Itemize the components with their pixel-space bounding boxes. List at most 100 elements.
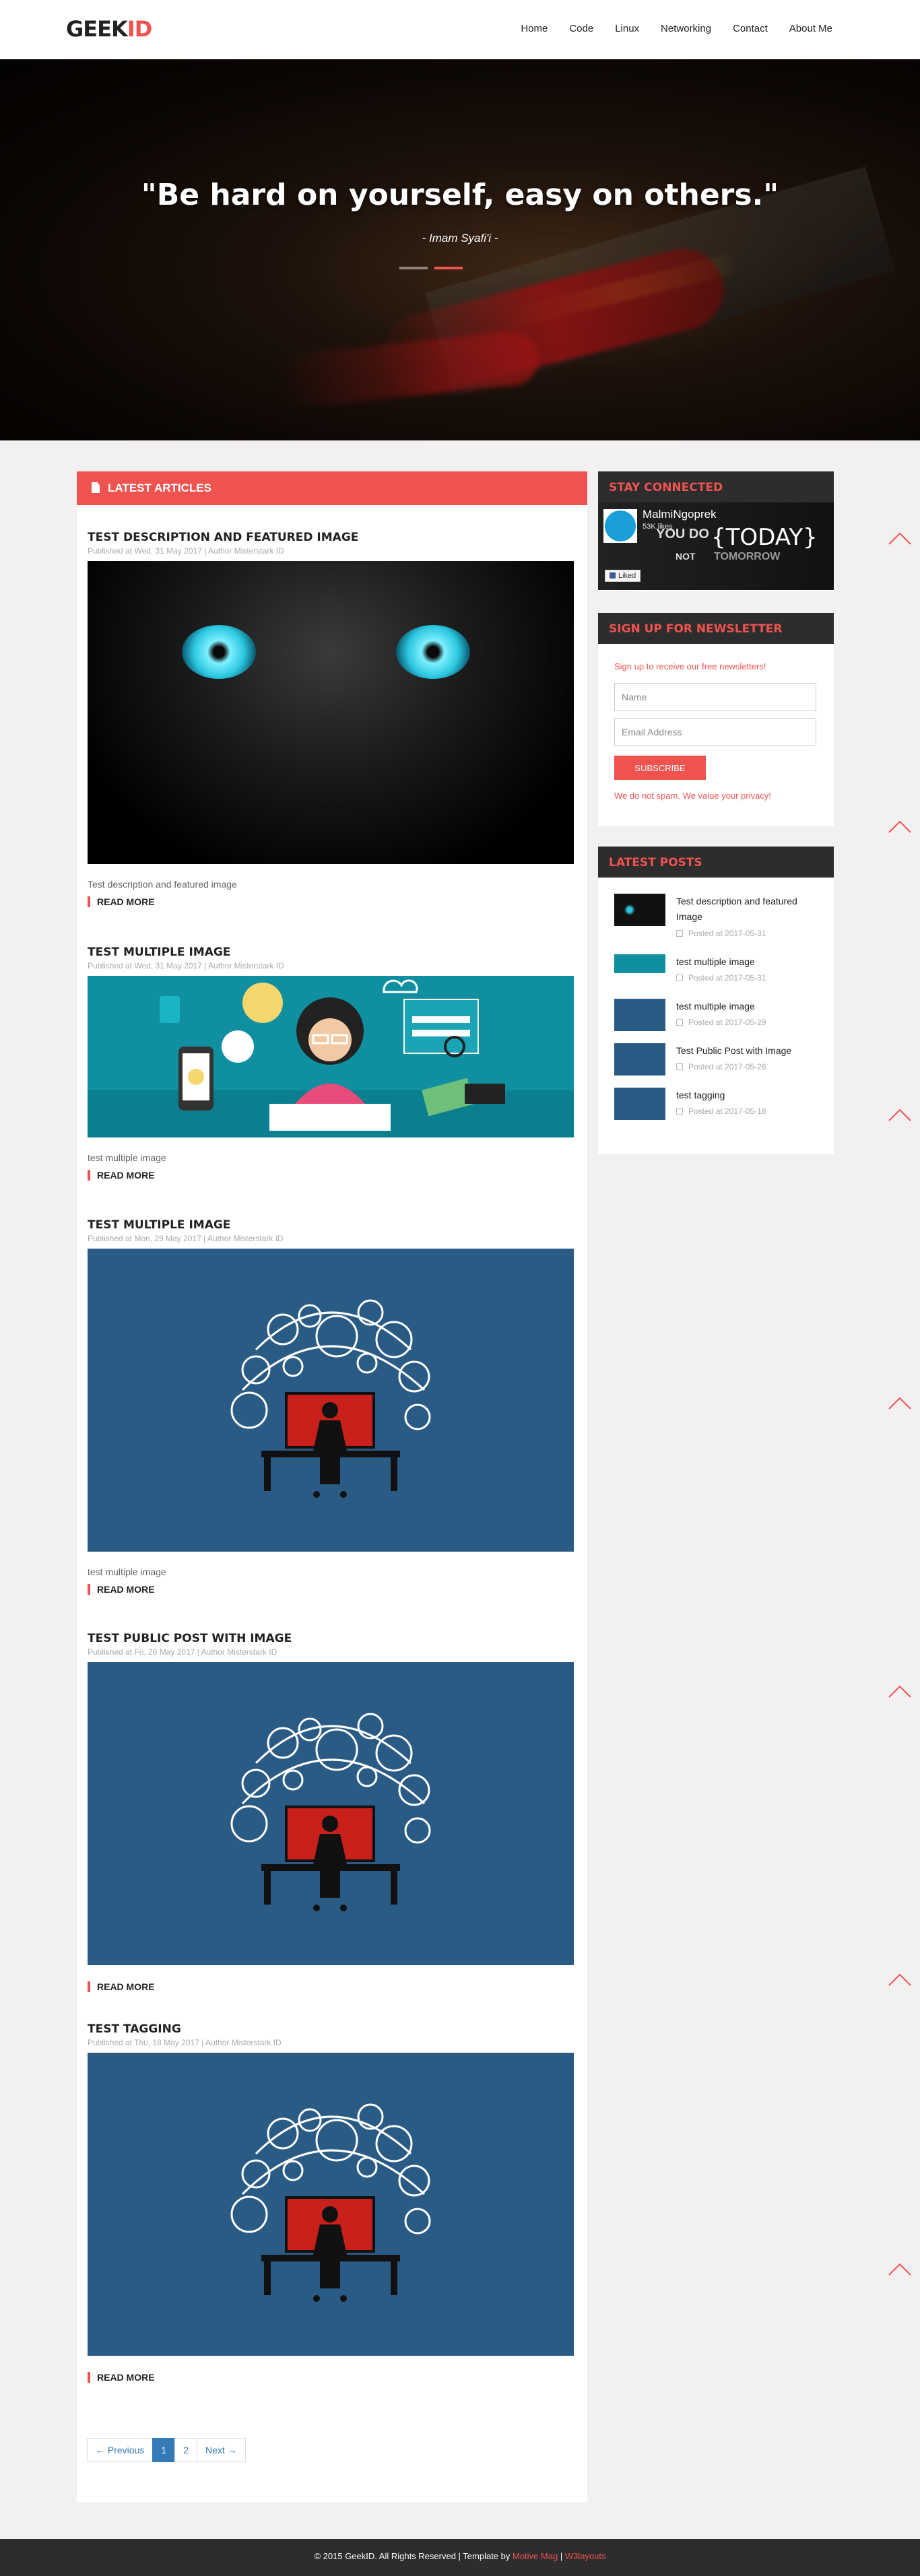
newsletter-widget: SIGN UP FOR NEWSLETTER Sign up to receiv… (598, 613, 834, 826)
nav-contact[interactable]: Contact (733, 23, 768, 34)
slider-dot-1[interactable] (399, 267, 428, 269)
article-card: TEST MULTIPLE IMAGE Published at Wed, 31… (88, 946, 574, 1182)
widget-title: LATEST POSTS (598, 847, 834, 878)
article-image-gears[interactable] (88, 1662, 574, 1965)
latest-post-thumbnail[interactable] (614, 1088, 665, 1120)
cat-eye-right (396, 625, 470, 679)
article-image-cat[interactable] (88, 561, 574, 864)
facebook-page-box[interactable]: MalmiNgoprek 53K likes YOU DO {TODAY} NO… (598, 502, 834, 591)
footer-template-link[interactable]: Motive Mag (513, 2551, 558, 2561)
latest-post-thumbnail[interactable] (614, 999, 665, 1031)
scroll-up-arrow-icon[interactable] (888, 1684, 912, 1698)
article-image-hacker[interactable] (88, 976, 574, 1137)
article-image-gears[interactable] (88, 1249, 574, 1552)
cover-text: NOT (676, 551, 696, 562)
newsletter-email-input[interactable]: Email Address (614, 718, 816, 746)
slider-dot-2[interactable] (434, 267, 463, 269)
scroll-up-arrow-icon[interactable] (888, 819, 912, 834)
latest-post-title[interactable]: test multiple image (676, 954, 824, 970)
article-title[interactable]: TEST MULTIPLE IMAGE (88, 946, 574, 959)
hero-quote: "Be hard on yourself, easy on others." (141, 178, 779, 212)
main-nav: Home Code Linux Networking Contact About… (499, 23, 832, 34)
article-meta: Published at Wed, 31 May 2017 | Author M… (88, 546, 284, 556)
cover-text: {TODAY} (711, 524, 818, 551)
nav-networking[interactable]: Networking (661, 23, 711, 34)
read-more-link[interactable]: READ MORE (88, 1981, 155, 1992)
footer-copyright: © 2015 GeekID. All Rights Reserved | Tem… (314, 2551, 513, 2561)
read-more-link[interactable]: READ MORE (88, 1170, 155, 1181)
read-more-link[interactable]: READ MORE (88, 896, 155, 907)
facebook-page-avatar[interactable] (603, 509, 637, 543)
calendar-icon (676, 975, 683, 981)
nav-linux[interactable]: Linux (615, 23, 639, 34)
scroll-up-arrow-icon[interactable] (888, 1395, 912, 1410)
gears-illustration (230, 2103, 431, 2302)
scroll-up-arrow-icon[interactable] (888, 531, 912, 546)
latest-post-item[interactable]: test multiple image Posted at 2017-05-29 (614, 999, 823, 1032)
facebook-page-name[interactable]: MalmiNgoprek (643, 508, 717, 521)
scroll-up-arrow-icon[interactable] (888, 1972, 912, 1987)
article-title[interactable]: TEST DESCRIPTION AND FEATURED IMAGE (88, 531, 574, 544)
latest-posts-widget: LATEST POSTS Test description and featur… (598, 847, 834, 1154)
latest-post-title[interactable]: Test Public Post with Image (676, 1043, 824, 1059)
latest-post-date: Posted at 2017-05-26 (676, 1062, 766, 1071)
latest-post-item[interactable]: Test Public Post with Image Posted at 20… (614, 1043, 823, 1077)
read-more-link[interactable]: READ MORE (88, 2372, 155, 2383)
pagination-next[interactable]: Next → (196, 2438, 246, 2462)
gears-illustration (230, 1299, 431, 1498)
latest-post-thumbnail[interactable] (614, 1043, 665, 1076)
site-footer: © 2015 GeekID. All Rights Reserved | Tem… (0, 2539, 920, 2576)
gears-illustration (230, 1713, 431, 1911)
cover-text: YOU DO (656, 527, 709, 541)
latest-post-item[interactable]: test multiple image Posted at 2017-05-31 (614, 954, 823, 988)
article-title[interactable]: TEST MULTIPLE IMAGE (88, 1218, 574, 1232)
article-card: TEST PUBLIC POST WITH IMAGE Published at… (88, 1632, 574, 1993)
latest-post-title[interactable]: test multiple image (676, 999, 824, 1014)
pagination-page-1[interactable]: 1 (152, 2438, 176, 2462)
hero-slider: "Be hard on yourself, easy on others." -… (0, 59, 920, 440)
article-title[interactable]: TEST PUBLIC POST WITH IMAGE (88, 1632, 574, 1645)
article-description: test multiple image (88, 1566, 166, 1577)
pagination-page-2[interactable]: 2 (174, 2438, 197, 2462)
nav-about-me[interactable]: About Me (789, 23, 832, 34)
facebook-icon (610, 572, 616, 579)
latest-post-title[interactable]: test tagging (676, 1088, 824, 1103)
article-image-gears[interactable] (88, 2053, 574, 2356)
scroll-up-arrow-icon[interactable] (888, 2261, 912, 2276)
latest-post-title[interactable]: Test description and featured Image (676, 894, 824, 925)
document-icon (92, 482, 100, 493)
latest-post-date: Posted at 2017-05-18 (676, 1107, 766, 1116)
widget-title: SIGN UP FOR NEWSLETTER (598, 613, 834, 644)
article-description: Test description and featured image (88, 879, 237, 890)
article-card: TEST MULTIPLE IMAGE Published at Mon, 29… (88, 1218, 574, 1596)
nav-home[interactable]: Home (521, 23, 548, 34)
latest-post-item[interactable]: Test description and featured Image Post… (614, 894, 824, 938)
article-meta: Published at Fri, 26 May 2017 | Author M… (88, 1647, 277, 1657)
newsletter-privacy-note: We do not spam. We value your privacy! (614, 791, 771, 801)
stay-connected-widget: STAY CONNECTED MalmiNgoprek 53K likes YO… (598, 471, 834, 591)
widget-title: STAY CONNECTED (598, 471, 834, 502)
article-card: TEST TAGGING Published at Thu, 18 May 20… (88, 2022, 574, 2384)
nav-code[interactable]: Code (569, 23, 593, 34)
site-logo[interactable]: GEEKID (66, 16, 152, 42)
subscribe-button[interactable]: SUBSCRIBE (614, 756, 706, 780)
latest-post-thumbnail[interactable] (614, 954, 665, 973)
pagination: ← Previous 1 2 Next → (87, 2438, 246, 2462)
site-header: GEEKID Home Code Linux Networking Contac… (0, 0, 920, 59)
pagination-previous[interactable]: ← Previous (87, 2438, 154, 2462)
latest-post-date: Posted at 2017-05-31 (676, 929, 766, 938)
latest-post-date: Posted at 2017-05-31 (676, 973, 766, 983)
latest-post-date: Posted at 2017-05-29 (676, 1018, 766, 1027)
article-title[interactable]: TEST TAGGING (88, 2022, 574, 2036)
cat-eye-left (182, 625, 256, 679)
newsletter-name-input[interactable]: Name (614, 683, 816, 711)
scroll-up-arrow-icon[interactable] (888, 1107, 912, 1122)
read-more-link[interactable]: READ MORE (88, 1584, 155, 1595)
latest-articles-panel: LATEST ARTICLES TEST DESCRIPTION AND FEA… (77, 471, 587, 2503)
calendar-icon (676, 930, 683, 937)
hero-quote-author: - Imam Syafi'i - (422, 232, 498, 244)
footer-w3layouts-link[interactable]: W3layouts (565, 2551, 606, 2561)
latest-post-thumbnail[interactable] (614, 894, 665, 926)
facebook-liked-button[interactable]: Liked (605, 570, 641, 582)
latest-post-item[interactable]: test tagging Posted at 2017-05-18 (614, 1088, 823, 1121)
